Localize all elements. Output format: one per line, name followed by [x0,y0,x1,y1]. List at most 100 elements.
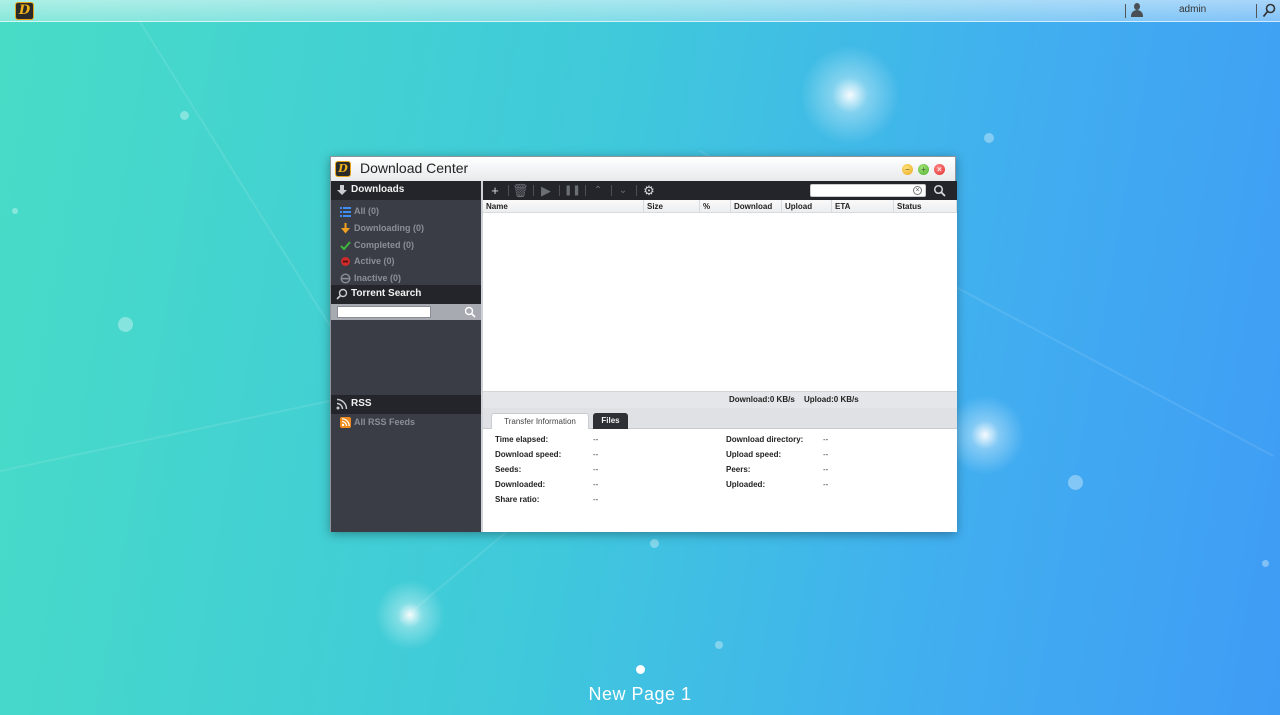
delete-button[interactable]: 🗑 [512,183,529,198]
tab-transfer-information[interactable]: Transfer Information [491,413,589,429]
sidebar-item-completed[interactable]: Completed (0) [331,237,481,254]
gear-icon: ⚙ [643,183,655,198]
downloaded-label: Downloaded: [495,480,546,489]
column-header-size[interactable]: Size [644,200,700,213]
uploaded-value: -- [823,480,829,489]
share-ratio-value: -- [593,495,599,504]
minimize-button[interactable]: – [902,164,913,175]
light-dot [12,208,18,214]
column-header-status[interactable]: Status [894,200,957,213]
time-elapsed-label: Time elapsed: [495,435,549,444]
rss-header-label: RSS [351,398,372,409]
window-title: Download Center [360,160,469,176]
close-button[interactable]: × [934,164,945,175]
light-dot [650,539,659,548]
downloads-header-label: Downloads [351,184,405,195]
resume-button[interactable]: ▶ [538,183,554,198]
sidebar-item-all-rss-feeds[interactable]: All RSS Feeds [331,414,481,431]
download-arrow-icon [337,185,347,195]
torrent-search-icon[interactable] [464,306,476,318]
inactive-icon [340,273,351,284]
user-icon[interactable] [1130,3,1144,18]
divider [1125,4,1126,18]
share-ratio-label: Share ratio: [495,495,540,504]
peers-label: Peers: [726,465,751,474]
sidebar-item-downloading[interactable]: Downloading (0) [331,220,481,237]
downloads-header[interactable]: Downloads [331,181,481,200]
sidebar-item-label: Inactive (0) [354,273,402,284]
column-header-name[interactable]: Name [483,200,644,213]
download-center-logo-icon: D [335,161,351,177]
pause-icon: ❚❚ [564,185,581,196]
seeds-value: -- [593,465,599,474]
sidebar-item-label: Active (0) [354,256,395,267]
user-name[interactable]: admin [1179,4,1206,15]
torrent-search-header-label: Torrent Search [351,288,422,299]
sidebar-item-label: All (0) [354,206,380,216]
search-icon[interactable] [1262,3,1276,19]
sidebar: Downloads All (0) Downloading (0) Complete… [331,181,481,532]
sidebar-item-label: All RSS Feeds [354,417,416,427]
column-header-eta[interactable]: ETA [832,200,894,213]
detail-tabs: Transfer Information Files [483,408,957,429]
maximize-button[interactable]: + [918,164,929,175]
light-dot [1262,560,1269,567]
search-icon [336,288,348,300]
move-bottom-button[interactable]: ⌄ [615,183,631,198]
column-header-upload[interactable]: Upload [782,200,832,213]
sidebar-item-label: Completed (0) [354,239,415,250]
toolbar-divider [559,185,560,196]
rss-icon [336,398,348,410]
main-pane: + 🗑 ▶ ❚❚ ⌃ ⌄ ⚙ × Name Size% Download Upload ETA Sta… [481,181,957,532]
arrow-down-icon [340,222,351,234]
download-table-body[interactable] [483,213,957,391]
light-dot [984,133,994,143]
sidebar-item-active[interactable]: Active (0) [331,253,481,270]
column-header-percent[interactable]: % [700,200,731,213]
upload-speed-total: Upload:0 KB/s [804,395,859,404]
trash-icon: 🗑 [512,183,529,198]
sidebar-item-label: Downloading (0) [354,222,424,233]
move-top-button[interactable]: ⌃ [590,183,606,198]
speed-status-bar: Download:0 KB/s Upload:0 KB/s [483,391,957,408]
sidebar-item-all[interactable]: All (0) [331,203,481,220]
download-speed-total: Download:0 KB/s [729,395,795,404]
column-header-download[interactable]: Download [731,200,782,213]
window-titlebar[interactable]: D Download Center – + × [331,157,955,181]
page-indicator-dot[interactable] [636,665,645,674]
top-bar: D admin [0,0,1280,22]
desktop-page-label: New Page 1 [588,684,692,704]
move-bottom-icon: ⌄ [618,185,628,196]
move-top-icon: ⌃ [593,185,603,196]
rss-header[interactable]: RSS [331,395,481,414]
divider [1256,4,1257,18]
download-speed-value: -- [593,450,599,459]
pause-button[interactable]: ❚❚ [564,183,581,198]
add-button[interactable]: + [487,183,503,198]
toolbar: + 🗑 ▶ ❚❚ ⌃ ⌄ ⚙ × [483,181,957,200]
torrent-search-header[interactable]: Torrent Search [331,285,481,304]
main-menu-logo-icon[interactable]: D [15,2,34,20]
download-search-icon[interactable] [933,184,946,197]
toolbar-divider [508,185,509,196]
torrent-search-input[interactable] [337,306,431,318]
light-glow [945,395,1025,475]
toolbar-divider [585,185,586,196]
transfer-information-panel: Time elapsed: -- Download speed: -- Seeds: --… [483,429,957,532]
light-dot [118,317,133,332]
toolbar-divider [533,185,534,196]
toolbar-divider [636,185,637,196]
download-directory-value: -- [823,435,829,444]
light-dot [180,111,189,120]
settings-button[interactable]: ⚙ [641,183,657,198]
clear-search-icon[interactable]: × [913,186,922,195]
download-search-input[interactable]: × [810,184,926,197]
downloaded-value: -- [593,480,599,489]
light-dot [715,641,723,649]
list-icon [340,206,351,217]
tab-files[interactable]: Files [593,413,628,429]
torrent-search-row [331,304,481,320]
peers-value: -- [823,465,829,474]
upload-speed-label: Upload speed: [726,450,782,459]
uploaded-label: Uploaded: [726,480,766,489]
